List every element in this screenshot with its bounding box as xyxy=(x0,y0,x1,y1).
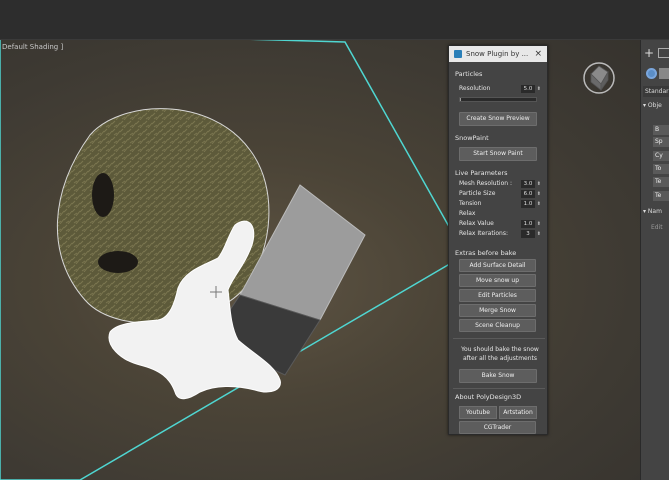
divider xyxy=(453,388,545,389)
relax-value-row: Relax Value 1.0 ⬍ xyxy=(459,220,541,229)
spinner-icon[interactable]: ⬍ xyxy=(537,220,541,228)
object-type-button[interactable]: Te xyxy=(653,177,669,187)
relax-iterations-row: Relax Iterations: 3 ⬍ xyxy=(459,230,541,239)
view-cube-icon[interactable] xyxy=(583,60,615,100)
spinner-icon[interactable]: ⬍ xyxy=(537,85,541,93)
mesh-resolution-row: Mesh Resolution : 3.0 ⬍ xyxy=(459,180,541,189)
object-type-button[interactable]: Sp xyxy=(653,137,669,147)
command-panel: + Standar ▾ Obje B Sp Cy To Te Te ▾ Nam … xyxy=(640,40,669,480)
object-type-button[interactable]: To xyxy=(653,164,669,174)
object-type-header[interactable]: ▾ Obje xyxy=(643,102,662,109)
add-surface-detail-button[interactable]: Add Surface Detail xyxy=(459,259,536,272)
object-type-button[interactable]: Cy xyxy=(653,151,669,161)
artstation-button[interactable]: Artstation xyxy=(499,406,537,419)
resolution-input[interactable]: 5.0 xyxy=(521,85,535,93)
relax-value-label: Relax Value xyxy=(459,220,494,227)
relax-heading-row: Relax xyxy=(459,210,541,219)
spinner-icon[interactable]: ⬍ xyxy=(537,200,541,208)
bake-note-line1: You should bake the snow xyxy=(461,346,539,353)
particle-size-input[interactable]: 6.0 xyxy=(521,190,535,198)
spinner-icon[interactable]: ⬍ xyxy=(537,180,541,188)
resolution-row: Resolution 5.0 ⬍ xyxy=(459,85,541,94)
name-field[interactable]: Edit xyxy=(651,224,663,231)
tension-input[interactable]: 1.0 xyxy=(521,200,535,208)
panel-title: Snow Plugin by ... xyxy=(466,50,529,58)
particle-size-label: Particle Size xyxy=(459,190,496,197)
tension-row: Tension 1.0 ⬍ xyxy=(459,200,541,209)
mesh-resolution-label: Mesh Resolution : xyxy=(459,180,512,187)
create-plus-icon[interactable]: + xyxy=(644,46,654,60)
merge-snow-button[interactable]: Merge Snow xyxy=(459,304,536,317)
modify-tab-icon[interactable] xyxy=(658,48,669,58)
plugin-app-icon xyxy=(454,50,462,58)
divider xyxy=(453,338,545,339)
about-heading: About PolyDesign3D xyxy=(455,393,522,401)
move-snow-up-button[interactable]: Move snow up xyxy=(459,274,536,287)
relax-value-input[interactable]: 1.0 xyxy=(521,220,535,228)
geometry-icon[interactable] xyxy=(646,68,657,79)
particles-heading: Particles xyxy=(455,70,483,78)
top-toolbar xyxy=(0,0,669,40)
particle-size-row: Particle Size 6.0 ⬍ xyxy=(459,190,541,199)
youtube-button[interactable]: Youtube xyxy=(459,406,497,419)
spinner-icon[interactable]: ⬍ xyxy=(537,190,541,198)
edit-particles-button[interactable]: Edit Particles xyxy=(459,289,536,302)
snow-plugin-panel: Snow Plugin by ... × Particles Resolutio… xyxy=(448,45,548,435)
create-snow-preview-button[interactable]: Create Snow Preview xyxy=(459,112,537,126)
name-color-header[interactable]: ▾ Nam xyxy=(643,208,662,215)
primitive-type-dropdown[interactable]: Standar xyxy=(643,86,669,97)
resolution-label: Resolution xyxy=(459,85,491,92)
tension-label: Tension xyxy=(459,200,482,207)
cgtrader-button[interactable]: CGTrader xyxy=(459,421,536,434)
close-button[interactable]: × xyxy=(534,46,542,62)
bake-note-line2: after all the adjustments xyxy=(462,355,538,362)
relax-heading: Relax xyxy=(459,210,476,217)
live-parameters-heading: Live Parameters xyxy=(455,169,508,177)
mesh-resolution-input[interactable]: 3.0 xyxy=(521,180,535,188)
relax-iterations-label: Relax Iterations: xyxy=(459,230,508,237)
bake-snow-button[interactable]: Bake Snow xyxy=(459,369,537,383)
extras-heading: Extras before bake xyxy=(455,249,517,257)
resolution-slider[interactable] xyxy=(459,97,537,102)
relax-iterations-input[interactable]: 3 xyxy=(521,230,535,238)
grass-mound xyxy=(57,108,270,324)
start-snow-paint-button[interactable]: Start Snow Paint xyxy=(459,147,537,161)
panel-titlebar[interactable]: Snow Plugin by ... × xyxy=(449,46,547,62)
shapes-icon[interactable] xyxy=(659,68,669,79)
object-type-button[interactable]: Te xyxy=(653,191,669,201)
scene-cleanup-button[interactable]: Scene Cleanup xyxy=(459,319,536,332)
viewport-label[interactable]: Default Shading ] xyxy=(2,43,63,51)
spinner-icon[interactable]: ⬍ xyxy=(537,230,541,238)
snowpaint-heading: SnowPaint xyxy=(455,134,489,142)
app-window: Default Shading ] Snow Plugin by ... × P… xyxy=(0,0,669,480)
object-type-button[interactable]: B xyxy=(653,125,669,135)
